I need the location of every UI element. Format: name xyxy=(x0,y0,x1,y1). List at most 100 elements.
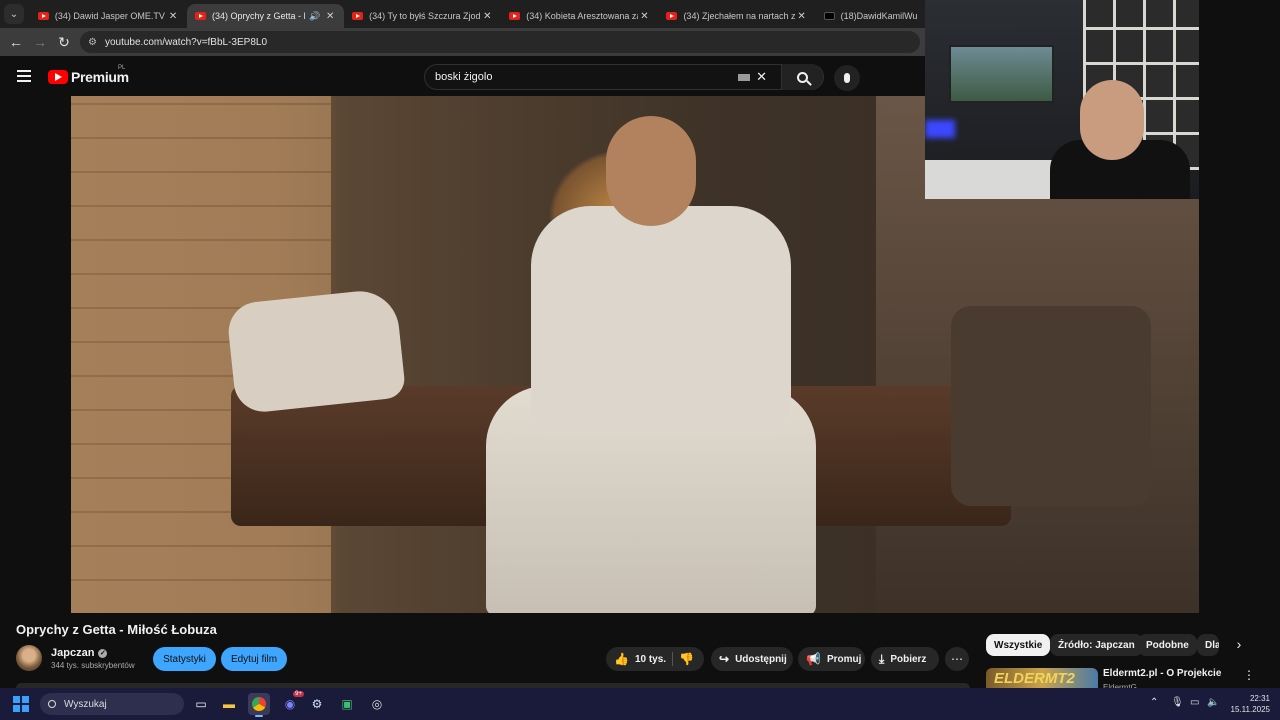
webcam-overlay xyxy=(925,0,1199,199)
youtube-logo[interactable]: Premium PL xyxy=(48,65,129,85)
chip-related[interactable]: Podobne xyxy=(1138,634,1197,656)
taskbar-clock[interactable]: 22:31 15.11.2025 xyxy=(1226,693,1270,715)
channel-avatar[interactable] xyxy=(16,645,42,671)
steam-icon[interactable]: ⚙ xyxy=(306,693,328,715)
browser-tab[interactable]: (34) Dawid Jasper OME.TV #21 ✕ xyxy=(30,4,187,28)
task-view-icon[interactable]: ▭ xyxy=(190,693,212,715)
webcam-blue-light xyxy=(925,120,955,138)
microphone-icon[interactable]: 🎙 xyxy=(1171,697,1184,708)
volume-icon[interactable]: 🔈 xyxy=(1207,697,1219,708)
file-explorer-icon[interactable]: ▬ xyxy=(218,693,240,715)
tiktok-icon xyxy=(823,12,835,20)
tab-title: (34) Oprychy z Getta - Miłość xyxy=(212,11,305,21)
clock-date: 15.11.2025 xyxy=(1230,705,1270,714)
kebab-menu-icon[interactable]: ⋮ xyxy=(1243,668,1255,682)
taskbar-search[interactable]: Wyszukaj xyxy=(40,693,184,715)
chip-for-you[interactable]: Dla xyxy=(1197,634,1219,656)
browser-tab[interactable]: (18)DawidKamilWujcikFa xyxy=(816,4,925,28)
clock-time: 22:31 xyxy=(1249,694,1270,703)
excel-icon[interactable]: ▣ xyxy=(336,693,358,715)
video-title: Oprychy z Getta - Miłość Łobuza xyxy=(16,622,217,637)
url-text: youtube.com/watch?v=fBbL-3EP8L0 xyxy=(104,36,268,48)
video-scene-pillow xyxy=(225,287,407,415)
like-count[interactable]: 10 tys. xyxy=(635,654,666,665)
browser-toolbar: ← → ↻ ⚙ youtube.com/watch?v=fBbL-3EP8L0 xyxy=(0,28,925,56)
taskbar-search-placeholder: Wyszukaj xyxy=(64,698,107,710)
voice-search-button[interactable] xyxy=(834,65,860,91)
edit-video-button[interactable]: Edytuj film xyxy=(221,647,287,671)
youtube-header: Premium PL boski żigolo ✕ xyxy=(0,56,925,96)
address-bar[interactable]: ⚙ youtube.com/watch?v=fBbL-3EP8L0 xyxy=(80,31,920,53)
windows-taskbar: Wyszukaj ▭ ▬ ◉ 9+ ⚙ ▣ ◎ ⌃ 🎙 ▭ 🔈 xyxy=(0,688,1280,720)
speaker-icon[interactable]: 🔊 xyxy=(309,11,320,22)
close-icon[interactable]: ✕ xyxy=(481,11,493,22)
channel-name-row[interactable]: Japczan ✓ xyxy=(51,647,108,659)
youtube-icon xyxy=(666,12,678,20)
thumbs-down-icon[interactable]: 👎 xyxy=(679,652,694,666)
network-icon[interactable]: ▭ xyxy=(1190,697,1199,708)
thumbs-up-icon[interactable]: 👍 xyxy=(614,652,629,666)
download-icon: ⤓ xyxy=(879,651,885,666)
clear-search-icon[interactable]: ✕ xyxy=(756,69,767,85)
site-info-icon[interactable]: ⚙ xyxy=(88,37,97,48)
chip-source[interactable]: Źródło: Japczan xyxy=(1050,634,1143,656)
browser-tab[interactable]: (34) Ty to byłś Szczura Zjod | Sp ✕ xyxy=(344,4,501,28)
tab-title: (34) Zjechałem na nartach z Mo xyxy=(683,11,796,21)
thumbnail-text: ELDERMT2 xyxy=(994,670,1075,687)
recommendation-title[interactable]: Eldermt2.pl - O Projekcie xyxy=(1103,668,1221,679)
video-scene-person-head xyxy=(606,116,696,226)
reload-icon[interactable]: ↻ xyxy=(52,34,76,51)
verified-icon: ✓ xyxy=(98,648,108,658)
chip-all[interactable]: Wszystkie xyxy=(986,634,1051,656)
close-icon[interactable]: ✕ xyxy=(324,11,336,22)
share-label: Udostępnij xyxy=(735,653,787,665)
keyboard-icon[interactable] xyxy=(738,73,751,81)
tab-title: (34) Ty to byłś Szczura Zjod | Sp xyxy=(369,11,481,21)
share-icon: ↪ xyxy=(719,652,730,666)
download-button[interactable]: ⤓ Pobierz xyxy=(871,647,939,671)
video-scene-armchair xyxy=(951,306,1151,506)
back-arrow-icon[interactable]: ← xyxy=(4,34,28,50)
browser-tab[interactable]: (34) Kobieta Aresztowana za Up ✕ xyxy=(501,4,658,28)
chrome-icon[interactable] xyxy=(248,693,270,717)
browser-tab-active[interactable]: (34) Oprychy z Getta - Miłość 🔊 ✕ xyxy=(187,4,345,28)
tab-title: (18)DawidKamilWujcikFa xyxy=(840,11,917,21)
obs-icon[interactable]: ◎ xyxy=(366,693,388,715)
promote-button[interactable]: 📢 Promuj xyxy=(798,647,865,671)
like-dislike-group: 👍 10 tys. 👎 xyxy=(606,647,704,671)
megaphone-icon: 📢 xyxy=(806,652,821,666)
promote-label: Promuj xyxy=(826,653,862,665)
youtube-icon xyxy=(509,12,521,20)
windows-start-icon[interactable] xyxy=(13,696,29,712)
search-input[interactable]: boski żigolo xyxy=(425,71,738,83)
close-icon[interactable]: ✕ xyxy=(796,11,808,22)
youtube-icon xyxy=(352,12,364,20)
close-icon[interactable]: ✕ xyxy=(638,11,650,22)
discord-icon[interactable]: ◉ 9+ xyxy=(279,691,304,715)
more-actions-icon[interactable]: ⋯ xyxy=(945,647,969,671)
channel-name[interactable]: Japczan xyxy=(51,647,94,659)
video-scene-person-shirt xyxy=(531,206,791,436)
chevron-up-icon[interactable]: ⌃ xyxy=(1150,697,1158,708)
recommendation-thumbnail[interactable]: ELDERMT2 xyxy=(986,668,1098,688)
hamburger-menu-icon[interactable] xyxy=(17,70,31,85)
stats-button[interactable]: Statystyki xyxy=(153,647,216,671)
search-icon xyxy=(48,700,56,708)
share-button[interactable]: ↪ Udostępnij xyxy=(711,647,793,671)
browser-tab-strip: ⌄ (34) Dawid Jasper OME.TV #21 ✕ (34) Op… xyxy=(0,0,925,28)
youtube-play-icon xyxy=(48,70,68,84)
search-box[interactable]: boski żigolo ✕ xyxy=(424,64,824,90)
forward-arrow-icon[interactable]: → xyxy=(28,34,52,50)
screen: ⌄ (34) Dawid Jasper OME.TV #21 ✕ (34) Op… xyxy=(0,0,1280,720)
close-icon[interactable]: ✕ xyxy=(167,11,179,22)
browser-tab[interactable]: (34) Zjechałem na nartach z Mo ✕ xyxy=(658,4,815,28)
tab-title: (34) Kobieta Aresztowana za Up xyxy=(526,11,638,21)
webcam-aquarium xyxy=(949,45,1054,103)
tab-search-icon[interactable]: ⌄ xyxy=(4,4,24,24)
search-button[interactable] xyxy=(781,64,823,90)
chevron-right-icon[interactable]: › xyxy=(1230,636,1248,654)
youtube-icon xyxy=(195,12,207,20)
discord-badge: 9+ xyxy=(293,691,304,697)
country-code: PL xyxy=(118,65,126,71)
subscriber-count: 344 tys. subskrybentów xyxy=(51,661,135,670)
